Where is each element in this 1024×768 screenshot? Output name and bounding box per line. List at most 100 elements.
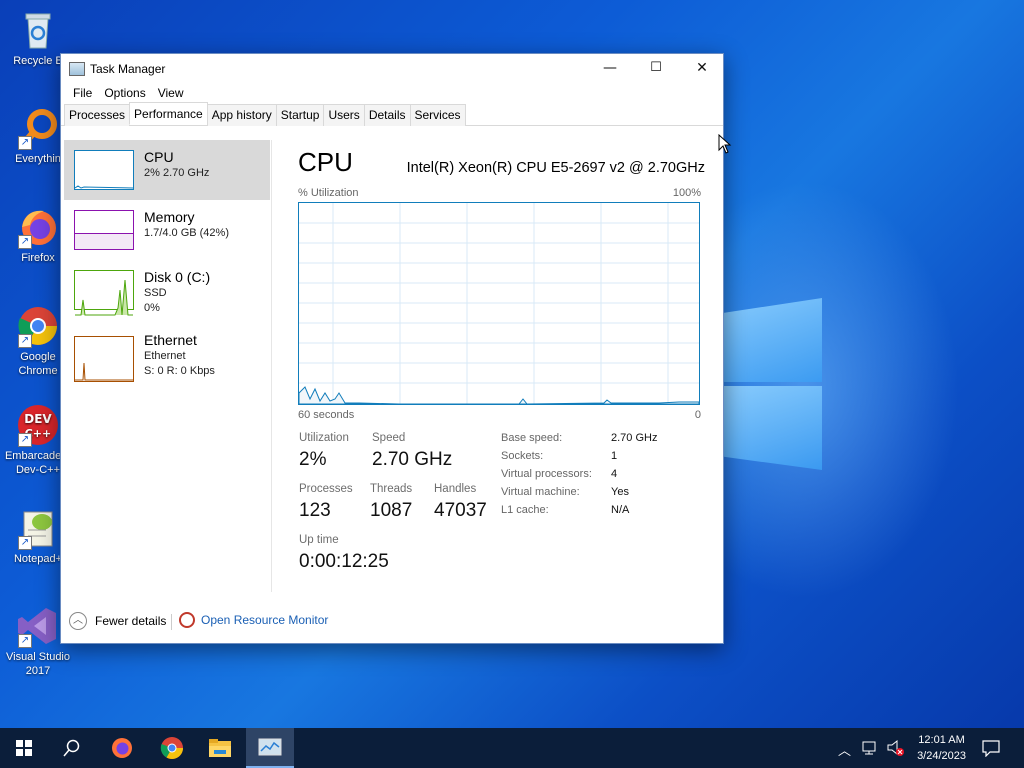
utilization-max-label: 100% xyxy=(672,187,701,199)
tab-startup[interactable]: Startup xyxy=(275,104,325,126)
search-button[interactable] xyxy=(48,728,96,768)
sidebar-item-memory[interactable]: Memory 1.7/4.0 GB (42%) xyxy=(64,200,270,260)
file-explorer-icon xyxy=(209,739,231,757)
footer-separator xyxy=(171,614,172,630)
handles-label: Handles xyxy=(434,483,477,495)
memory-thumbnail-graph xyxy=(74,210,134,250)
menu-options[interactable]: Options xyxy=(98,84,151,104)
firefox-icon xyxy=(112,738,132,758)
virtual-processors-label: Virtual processors: xyxy=(501,468,592,480)
firefox-icon: ↗ xyxy=(16,205,60,249)
tab-details[interactable]: Details xyxy=(363,104,411,126)
window-title: Task Manager xyxy=(90,62,166,76)
taskbar-file-explorer[interactable] xyxy=(196,728,244,768)
minimize-button[interactable]: — xyxy=(587,54,633,84)
visual-studio-icon: ↗ xyxy=(16,604,60,648)
maximize-button[interactable]: ☐ xyxy=(633,54,679,84)
resource-sidebar: CPU 2% 2.70 GHz Memory 1.7/4.0 GB (42%) … xyxy=(64,140,270,586)
volume-muted-icon xyxy=(887,739,904,756)
desktop-icon-label: Visual Studio 2017 xyxy=(5,651,70,677)
network-icon xyxy=(862,741,876,755)
chevron-up-icon: ︿ xyxy=(69,612,87,630)
sidebar-item-detail-2: 0% xyxy=(144,302,160,314)
tab-app-history[interactable]: App history xyxy=(206,104,277,126)
time-axis-zero: 0 xyxy=(694,409,701,421)
speed-value: 2.70 GHz xyxy=(372,449,453,470)
sidebar-item-cpu[interactable]: CPU 2% 2.70 GHz xyxy=(64,140,270,200)
devcpp-icon: DEV C++ ↗ xyxy=(16,403,60,447)
volume-button[interactable] xyxy=(886,739,906,761)
uptime-label: Up time xyxy=(299,534,339,546)
shortcut-arrow-icon: ↗ xyxy=(18,634,32,648)
close-button[interactable]: ✕ xyxy=(679,54,725,84)
virtual-processors-value: 4 xyxy=(611,468,618,480)
shortcut-arrow-icon: ↗ xyxy=(18,433,32,447)
start-icon xyxy=(16,740,32,756)
speed-label: Speed xyxy=(372,432,406,444)
virtual-machine-value: Yes xyxy=(611,486,629,498)
threads-value: 1087 xyxy=(370,500,413,521)
handles-value: 47037 xyxy=(434,500,487,521)
shortcut-arrow-icon: ↗ xyxy=(18,536,32,550)
action-center-button[interactable] xyxy=(982,739,1000,761)
start-button[interactable] xyxy=(0,728,48,768)
open-resource-monitor-link[interactable]: Open Resource Monitor xyxy=(179,612,328,628)
tab-processes[interactable]: Processes xyxy=(64,104,131,126)
sidebar-item-title: CPU xyxy=(144,149,174,165)
disk-thumbnail-graph xyxy=(74,270,134,316)
shortcut-arrow-icon: ↗ xyxy=(18,334,32,348)
everything-search-icon: ↗ xyxy=(16,106,60,150)
sidebar-item-ethernet[interactable]: Ethernet Ethernet S: 0 R: 0 Kbps xyxy=(64,326,270,386)
task-manager-icon xyxy=(258,738,282,756)
sockets-value: 1 xyxy=(611,450,618,462)
search-icon xyxy=(63,739,80,757)
uptime-value: 0:00:12:25 xyxy=(299,551,389,572)
cpu-graph-canvas xyxy=(298,203,700,405)
menu-view[interactable]: View xyxy=(152,84,190,104)
desktop-icon-label: Google Chrome xyxy=(18,351,58,377)
sidebar-item-detail-2: S: 0 R: 0 Kbps xyxy=(144,365,215,377)
resource-monitor-icon xyxy=(179,612,195,628)
sidebar-item-detail: 2% 2.70 GHz xyxy=(144,167,210,179)
threads-label: Threads xyxy=(370,483,413,495)
show-hidden-icons-button[interactable]: ︿ xyxy=(838,740,851,759)
task-manager-icon xyxy=(69,62,85,76)
notepadpp-icon: ↗ xyxy=(16,506,60,550)
base-speed-label: Base speed: xyxy=(501,432,563,444)
taskbar-task-manager[interactable] xyxy=(246,728,294,768)
fewer-details-label: Fewer details xyxy=(95,614,167,628)
clock-time: 12:01 AM xyxy=(918,734,965,746)
cpu-model: Intel(R) Xeon(R) CPU E5-2697 v2 @ 2.70GH… xyxy=(406,160,705,176)
taskbar-chrome[interactable] xyxy=(148,728,196,768)
chrome-icon xyxy=(160,737,183,759)
sidebar-item-detail: SSD xyxy=(144,287,167,299)
title-bar[interactable]: Task Manager — ☐ ✕ xyxy=(61,54,723,84)
menu-file[interactable]: File xyxy=(67,84,98,104)
tab-bar: Processes Performance App history Startu… xyxy=(61,102,723,126)
network-status-button[interactable] xyxy=(862,740,880,760)
taskbar-clock[interactable]: 12:01 AM 3/24/2023 xyxy=(917,732,966,764)
taskbar-firefox[interactable] xyxy=(98,728,146,768)
shortcut-arrow-icon: ↗ xyxy=(18,235,32,249)
fewer-details-button[interactable]: ︿ Fewer details xyxy=(69,612,166,630)
tab-services[interactable]: Services xyxy=(409,104,466,126)
sidebar-item-title: Memory xyxy=(144,209,195,225)
window-footer: ︿ Fewer details Open Resource Monitor xyxy=(61,606,723,636)
processes-value: 123 xyxy=(299,500,331,521)
pane-divider[interactable] xyxy=(271,140,272,592)
utilization-value: 2% xyxy=(299,449,327,470)
sidebar-item-title: Disk 0 (C:) xyxy=(144,269,211,285)
utilization-axis-label: % Utilization xyxy=(298,187,359,199)
sockets-label: Sockets: xyxy=(501,450,544,462)
cpu-thumbnail-graph xyxy=(74,150,134,190)
l1-cache-label: L1 cache: xyxy=(501,504,549,516)
clock-date: 3/24/2023 xyxy=(917,750,966,762)
panel-heading: CPU xyxy=(298,147,353,177)
tab-performance[interactable]: Performance xyxy=(129,102,208,125)
l1-cache-value: N/A xyxy=(611,504,630,516)
sidebar-item-disk[interactable]: Disk 0 (C:) SSD 0% xyxy=(64,260,270,320)
tab-users[interactable]: Users xyxy=(323,104,365,126)
chevron-up-icon: ︿ xyxy=(838,744,852,759)
sidebar-item-detail: Ethernet xyxy=(144,350,186,362)
shortcut-arrow-icon: ↗ xyxy=(18,136,32,150)
